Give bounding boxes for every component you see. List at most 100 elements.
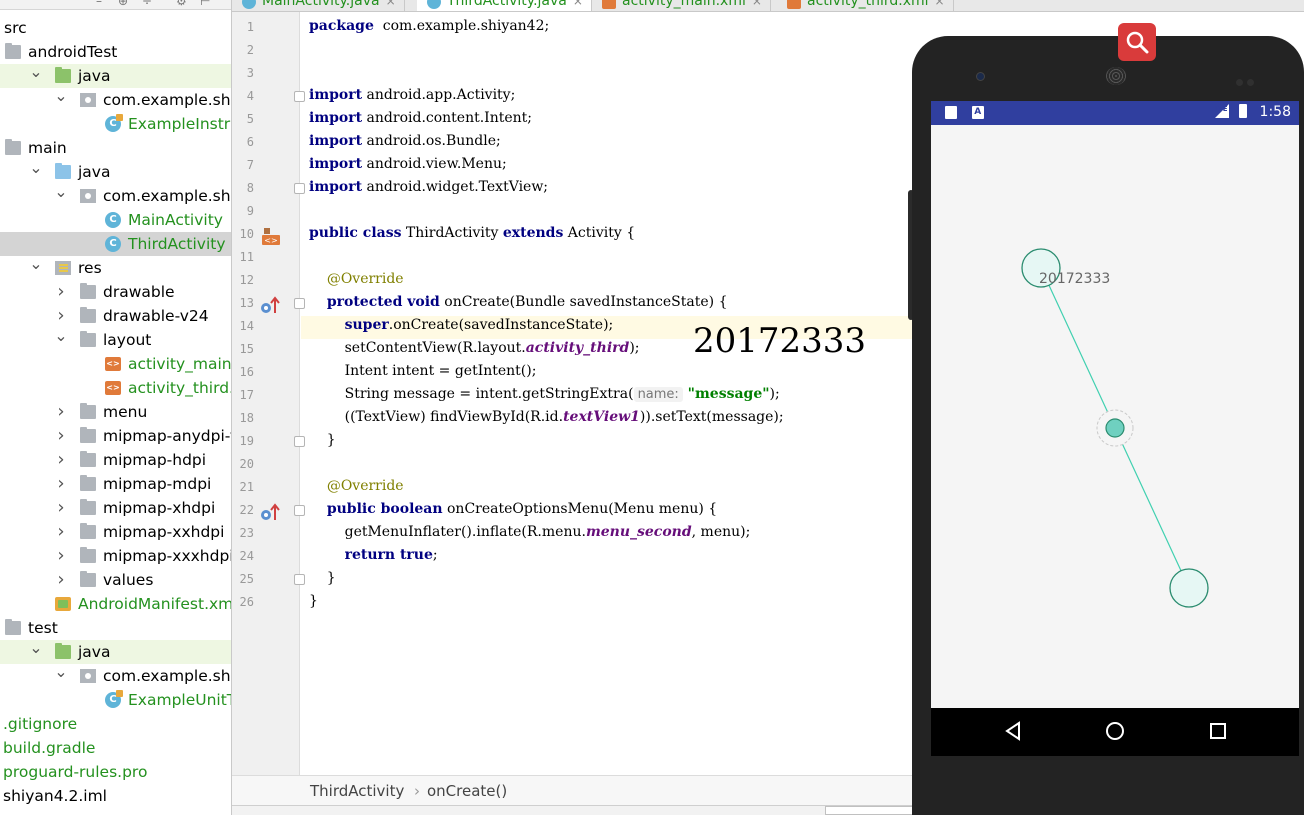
close-icon[interactable]: × (752, 0, 762, 8)
override-method-icon[interactable] (260, 295, 280, 315)
sort-icon[interactable]: ÷ (142, 0, 152, 8)
tree-item[interactable]: C MainActivity (0, 208, 231, 232)
class-icon (427, 0, 441, 9)
tree-item-label: mipmap-xhdpi (103, 499, 216, 517)
tree-item[interactable]: AndroidManifest.xml (0, 592, 231, 616)
breadcrumb-class[interactable]: ThirdActivity (310, 776, 404, 806)
close-icon[interactable]: × (386, 0, 396, 8)
fold-icon[interactable] (294, 436, 305, 447)
tree-item[interactable]: › mipmap-xhdpi (0, 496, 231, 520)
chevron-down-icon[interactable]: ⌄ (54, 88, 68, 108)
related-layout-icon[interactable]: <> (260, 226, 282, 246)
chevron-right-icon[interactable]: › (54, 544, 68, 568)
target-icon[interactable]: ⊕ (118, 0, 128, 8)
close-icon[interactable]: × (573, 0, 583, 8)
home-icon[interactable] (1104, 720, 1126, 746)
editor-gutter: 1 2 3 4 5 6 7 8 9 10 <> 11 12 13 14 15 16 17 18 19 20 21 22 23 2… (232, 12, 305, 775)
override-method-icon[interactable] (260, 502, 280, 522)
chevron-down-icon[interactable]: ⌄ (29, 64, 43, 84)
chevron-down-icon[interactable]: ⌄ (54, 664, 68, 684)
tree-item[interactable]: <> activity_third.xml (0, 376, 231, 400)
tree-item[interactable]: <> activity_main.xml (0, 352, 232, 376)
chevron-down-icon[interactable]: ⌄ (29, 160, 43, 180)
tree-item[interactable]: ⌄ com.example.shiyan4 (0, 664, 231, 688)
breadcrumb-method[interactable]: onCreate() (427, 776, 507, 806)
chevron-right-icon[interactable]: › (54, 448, 68, 472)
tree-item[interactable]: main (0, 136, 231, 160)
tree-item[interactable]: ⌄ java (0, 640, 231, 664)
chevron-right-icon[interactable]: › (54, 304, 68, 328)
tree-item-label: activity_main.xml (128, 355, 232, 373)
node-bottom[interactable] (1169, 568, 1209, 608)
tree-item[interactable]: › menu (0, 400, 231, 424)
gear-icon[interactable]: ⚙ (176, 0, 187, 8)
tree-item[interactable]: › mipmap-xxhdpi (0, 520, 231, 544)
chevron-right-icon[interactable]: › (54, 472, 68, 496)
tree-item-label: drawable-v24 (103, 307, 209, 325)
fold-icon[interactable] (294, 183, 305, 194)
xml-file-icon: <> (105, 357, 121, 371)
fold-icon[interactable] (294, 574, 305, 585)
recents-icon[interactable] (1208, 720, 1228, 746)
tree-item[interactable]: test (0, 616, 231, 640)
fold-icon[interactable] (294, 91, 305, 102)
collapse-icon[interactable]: – (96, 0, 102, 8)
tree-item[interactable]: › mipmap-anydpi-v26 (0, 424, 231, 448)
tree-item[interactable]: › mipmap-hdpi (0, 448, 231, 472)
chevron-down-icon[interactable]: ⌄ (29, 256, 43, 276)
tree-item[interactable]: › values (0, 568, 231, 592)
tree-item[interactable]: › drawable (0, 280, 231, 304)
fold-icon[interactable] (294, 298, 305, 309)
tree-item[interactable]: C ThirdActivity (0, 232, 231, 256)
tree-item[interactable]: androidTest (0, 40, 231, 64)
tree-item[interactable]: ⌄ com.example.shiyan4 (0, 184, 231, 208)
editor-tab[interactable]: activity_third.xml × (777, 0, 954, 11)
tree-item[interactable]: src (0, 16, 231, 40)
node-center[interactable] (1105, 418, 1125, 438)
chevron-down-icon[interactable]: ⌄ (54, 184, 68, 204)
tree-item[interactable]: › drawable-v24 (0, 304, 231, 328)
tree-item[interactable]: C ExampleUnitTest (0, 688, 231, 712)
tree-item[interactable]: ⌄ java (0, 64, 231, 88)
status-time: 1:58 (1259, 104, 1291, 120)
back-icon[interactable] (1003, 720, 1023, 746)
close-icon[interactable]: × (935, 0, 945, 8)
code-line: } (309, 432, 336, 448)
tree-item[interactable]: ⌄ com.example.shiyan4 (0, 88, 231, 112)
editor-tab[interactable]: ThirdActivity.java × (417, 0, 592, 11)
tree-item[interactable]: ⌄ java (0, 160, 231, 184)
code-line: return true; (344, 547, 438, 563)
tree-item[interactable]: ⌄ res (0, 256, 231, 280)
line-number: 15 (239, 342, 254, 356)
editor-tab[interactable]: activity_main.xml × (592, 0, 771, 11)
tree-item[interactable]: › mipmap-xxxhdpi (0, 544, 231, 568)
class-icon: C (105, 236, 121, 252)
editor-tab[interactable]: MainActivity.java × (232, 0, 405, 11)
chevron-right-icon[interactable]: › (54, 424, 68, 448)
chevron-right-icon[interactable]: › (54, 400, 68, 424)
chevron-right-icon[interactable]: › (54, 280, 68, 304)
tree-item[interactable]: shiyan4.2.iml (0, 784, 231, 808)
chevron-down-icon[interactable]: ⌄ (29, 640, 43, 660)
tree-item[interactable]: ⌄ layout (0, 328, 231, 352)
tree-item[interactable]: proguard-rules.pro (0, 760, 231, 784)
line-number: 10 (239, 227, 254, 241)
breadcrumb-separator: › (414, 782, 420, 800)
hide-icon[interactable]: ⊢ (200, 0, 210, 8)
signal-icon: LTE (1214, 104, 1229, 118)
bottom-search-field[interactable] (825, 806, 915, 815)
chevron-right-icon[interactable]: › (54, 568, 68, 592)
chevron-right-icon[interactable]: › (54, 520, 68, 544)
tree-item-label: java (78, 67, 111, 85)
tree-item[interactable]: build.gradle (0, 736, 231, 760)
fold-icon[interactable] (294, 505, 305, 516)
editor-tab-label: activity_third.xml (807, 0, 929, 9)
chevron-down-icon[interactable]: ⌄ (54, 328, 68, 348)
chevron-right-icon[interactable]: › (54, 496, 68, 520)
emulator-screen[interactable]: A LTE 1:58 20172333 (931, 101, 1299, 756)
tree-item[interactable]: › mipmap-mdpi (0, 472, 231, 496)
app-content[interactable]: 20172333 (931, 125, 1299, 708)
search-icon[interactable] (1118, 23, 1156, 61)
tree-item[interactable]: .gitignore (0, 712, 231, 736)
tree-item[interactable]: C ExampleInstrumer (0, 112, 231, 136)
